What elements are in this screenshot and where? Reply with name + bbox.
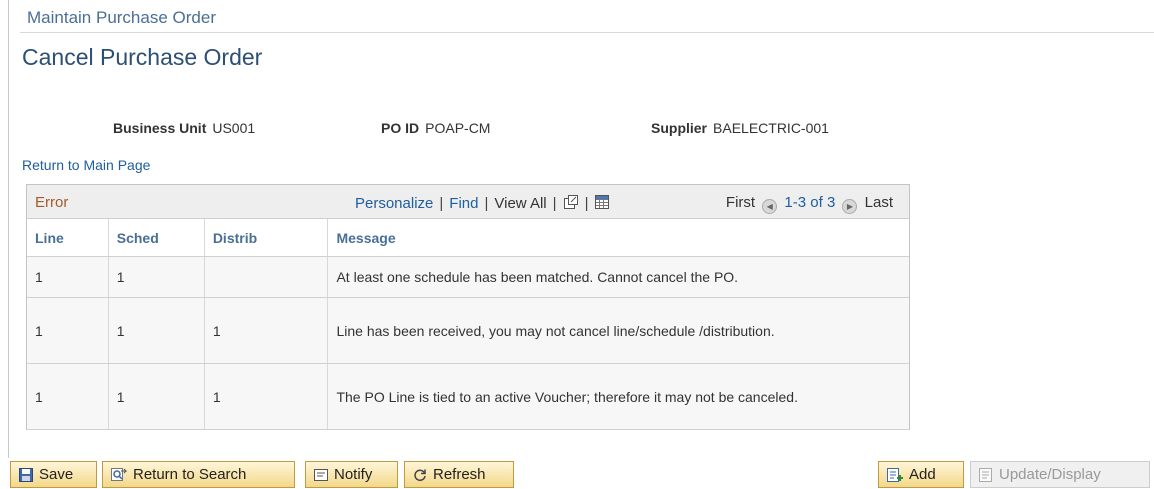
save-icon	[19, 467, 33, 482]
table-row: 1 1 1 The PO Line is tied to an active V…	[27, 363, 909, 430]
save-button[interactable]: Save	[10, 461, 97, 488]
add-icon	[887, 467, 903, 482]
refresh-label: Refresh	[433, 466, 486, 483]
find-link[interactable]: Find	[449, 195, 478, 212]
last-label: Last	[864, 194, 893, 211]
download-grid-icon[interactable]	[594, 194, 610, 214]
cell-message: The PO Line is tied to an active Voucher…	[327, 363, 909, 430]
return-to-search-button[interactable]: Return to Search	[102, 461, 295, 488]
cell-distrib: 1	[204, 363, 329, 430]
next-icon[interactable]: ▶	[842, 199, 858, 214]
previous-icon[interactable]: ◀	[762, 199, 778, 214]
col-header-distrib[interactable]: Distrib	[204, 219, 329, 257]
cell-sched: 1	[108, 363, 205, 430]
cell-message: At least one schedule has been matched. …	[327, 256, 909, 298]
error-table: Line Sched Distrib Message 1 1 At least …	[27, 219, 909, 430]
po-id-value: POAP-CM	[425, 120, 491, 136]
po-id-label: PO ID	[381, 120, 420, 136]
add-label: Add	[909, 466, 936, 483]
grid-title: Error	[35, 194, 69, 211]
page-title: Cancel Purchase Order	[22, 44, 263, 70]
update-display-icon	[979, 467, 993, 482]
col-header-sched[interactable]: Sched	[108, 219, 205, 257]
cell-line: 1	[27, 297, 109, 364]
save-label: Save	[39, 466, 74, 483]
supplier-label: Supplier	[651, 120, 708, 136]
cell-line: 1	[27, 256, 109, 298]
personalize-link[interactable]: Personalize	[355, 195, 433, 212]
cell-message: Line has been received, you may not canc…	[327, 297, 909, 364]
cell-distrib: 1	[204, 297, 329, 364]
notify-icon	[314, 468, 328, 482]
business-unit-value: US001	[212, 120, 256, 136]
business-unit-field: Business Unit US001	[113, 120, 255, 136]
add-button[interactable]: Add	[878, 461, 964, 488]
grid-title-bar: Error Personalize | Find | View All | | First …	[27, 185, 909, 219]
cell-sched: 1	[108, 256, 205, 298]
first-label: First	[725, 194, 756, 211]
col-header-message[interactable]: Message	[327, 219, 909, 257]
update-display-button[interactable]: Update/Display	[970, 461, 1150, 488]
error-grid: Error Personalize | Find | View All | | First …	[26, 184, 910, 430]
col-header-line[interactable]: Line	[27, 219, 109, 257]
cell-line: 1	[27, 363, 109, 430]
update-display-label: Update/Display	[999, 466, 1101, 483]
return-to-main-page-link[interactable]: Return to Main Page	[22, 157, 150, 173]
table-row: 1 1 At least one schedule has been match…	[27, 256, 909, 298]
notify-button[interactable]: Notify	[305, 461, 398, 488]
business-unit-label: Business Unit	[113, 120, 207, 136]
new-window-icon[interactable]	[563, 194, 579, 214]
refresh-icon	[413, 468, 427, 482]
table-row: 1 1 1 Line has been received, you may no…	[27, 297, 909, 364]
view-all-link[interactable]: View All	[494, 195, 546, 212]
row-range: 1-3 of 3	[784, 194, 836, 211]
supplier-value: BAELECTRIC-001	[713, 120, 829, 136]
supplier-field: Supplier BAELECTRIC-001	[651, 120, 829, 136]
po-id-field: PO ID POAP-CM	[381, 120, 490, 136]
search-icon	[111, 467, 127, 482]
refresh-button[interactable]: Refresh	[404, 461, 514, 488]
grid-nav: Personalize | Find | View All | |	[355, 194, 610, 214]
header-divider	[20, 32, 1154, 33]
notify-label: Notify	[334, 466, 373, 483]
grid-pager: First ◀ 1-3 of 3 ▶ Last	[726, 194, 893, 214]
left-border	[8, 0, 9, 458]
cell-sched: 1	[108, 297, 205, 364]
breadcrumb[interactable]: Maintain Purchase Order	[27, 8, 216, 28]
cell-distrib	[204, 256, 329, 298]
return-to-search-label: Return to Search	[133, 466, 247, 483]
